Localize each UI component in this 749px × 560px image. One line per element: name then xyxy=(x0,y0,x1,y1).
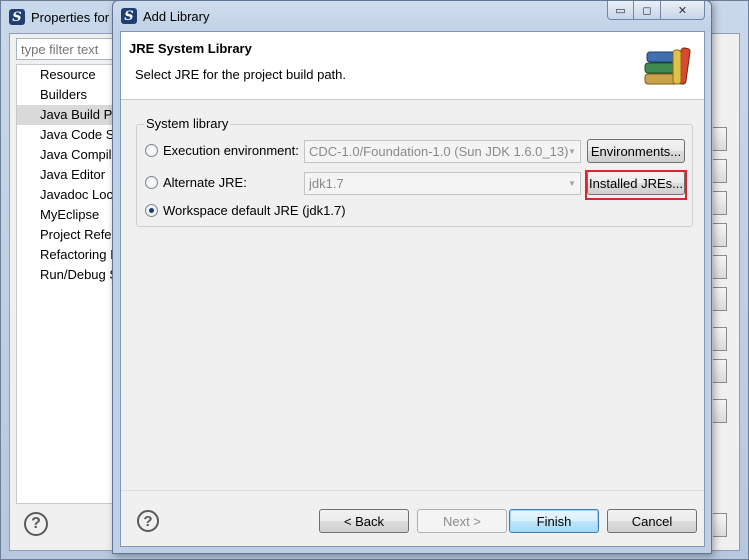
workspace-default-radio[interactable] xyxy=(145,204,158,217)
wizard-page-message: Select JRE for the project build path. xyxy=(135,67,347,82)
tree-item[interactable]: Java Code St xyxy=(17,125,115,145)
chevron-down-icon: ▼ xyxy=(568,179,576,188)
close-button[interactable]: ✕ xyxy=(661,1,705,20)
hidden-button-10[interactable] xyxy=(713,513,727,537)
hidden-button-4[interactable] xyxy=(713,223,727,247)
alternate-jre-option[interactable]: Alternate JRE: xyxy=(145,175,247,190)
filter-input[interactable] xyxy=(16,38,116,60)
tree-item[interactable]: Refactoring I xyxy=(17,245,115,265)
hidden-button-1[interactable] xyxy=(713,127,727,151)
maximize-icon: ◻ xyxy=(642,4,652,17)
workspace-default-label: Workspace default JRE (jdk1.7) xyxy=(163,203,346,218)
cancel-button[interactable]: Cancel xyxy=(607,509,697,533)
workspace-default-option[interactable]: Workspace default JRE (jdk1.7) xyxy=(145,203,346,218)
minimize-button[interactable]: ▭ xyxy=(607,1,634,20)
help-icon[interactable]: ? xyxy=(137,510,159,532)
window-controls: ▭ ◻ ✕ xyxy=(607,1,705,20)
tree-item[interactable]: Project Refer xyxy=(17,225,115,245)
wizard-page-title: JRE System Library xyxy=(129,41,252,56)
next-button[interactable]: Next > xyxy=(417,509,507,533)
minimize-icon: ▭ xyxy=(615,4,626,17)
dialog-title: Add Library xyxy=(143,8,210,24)
environments-button[interactable]: Environments... xyxy=(587,139,685,163)
hidden-button-9[interactable] xyxy=(713,399,727,423)
add-library-dialog: S Add Library ▭ ◻ ✕ JRE System Library S… xyxy=(112,0,712,554)
execution-environment-value: CDC-1.0/Foundation-1.0 (Sun JDK 1.6.0_13… xyxy=(309,144,569,159)
tree-item[interactable]: Java Compile xyxy=(17,145,115,165)
dialog-client: JRE System Library Select JRE for the pr… xyxy=(120,31,705,547)
close-icon: ✕ xyxy=(677,4,688,17)
installed-jres-highlight xyxy=(585,170,687,200)
back-button[interactable]: < Back xyxy=(319,509,409,533)
tree-item[interactable]: Javadoc Loca xyxy=(17,185,115,205)
execution-environment-label: Execution environment: xyxy=(163,143,299,158)
myeclipse-app-icon: S xyxy=(9,9,25,25)
hidden-button-7[interactable] xyxy=(713,327,727,351)
help-icon[interactable]: ? xyxy=(24,512,48,536)
dialog-title-bar: S Add Library xyxy=(121,6,209,26)
hidden-button-6[interactable] xyxy=(713,287,727,311)
alternate-jre-radio[interactable] xyxy=(145,176,158,189)
library-books-icon xyxy=(644,47,691,85)
properties-tree: Resource Builders Java Build Pa Java Code S… xyxy=(16,64,116,504)
tree-item[interactable]: Run/Debug S xyxy=(17,265,115,285)
tree-item[interactable]: MyEclipse xyxy=(17,205,115,225)
tree-item[interactable]: Builders xyxy=(17,85,115,105)
tree-item[interactable]: Java Build Pa xyxy=(17,105,115,125)
alternate-jre-value: jdk1.7 xyxy=(309,176,344,191)
execution-environment-option[interactable]: Execution environment: xyxy=(145,143,299,158)
hidden-button-8[interactable] xyxy=(713,359,727,383)
tree-item[interactable]: Resource xyxy=(17,65,115,85)
finish-button[interactable]: Finish xyxy=(509,509,599,533)
hidden-button-5[interactable] xyxy=(713,255,727,279)
alternate-jre-label: Alternate JRE: xyxy=(163,175,247,190)
system-library-label: System library xyxy=(144,116,231,131)
chevron-down-icon: ▼ xyxy=(568,147,576,156)
hidden-button-3[interactable] xyxy=(713,191,727,215)
alternate-jre-combo[interactable]: jdk1.7 ▼ xyxy=(304,172,581,195)
properties-title-bar: S Properties for xyxy=(9,7,109,27)
properties-title: Properties for xyxy=(31,9,110,25)
wizard-header: JRE System Library Select JRE for the pr… xyxy=(121,32,704,100)
myeclipse-app-icon: S xyxy=(121,8,137,24)
tree-item[interactable]: Java Editor xyxy=(17,165,115,185)
execution-environment-radio[interactable] xyxy=(145,144,158,157)
execution-environment-combo[interactable]: CDC-1.0/Foundation-1.0 (Sun JDK 1.6.0_13… xyxy=(304,140,581,163)
maximize-button[interactable]: ◻ xyxy=(634,1,661,20)
hidden-button-2[interactable] xyxy=(713,159,727,183)
footer-separator xyxy=(121,490,704,491)
